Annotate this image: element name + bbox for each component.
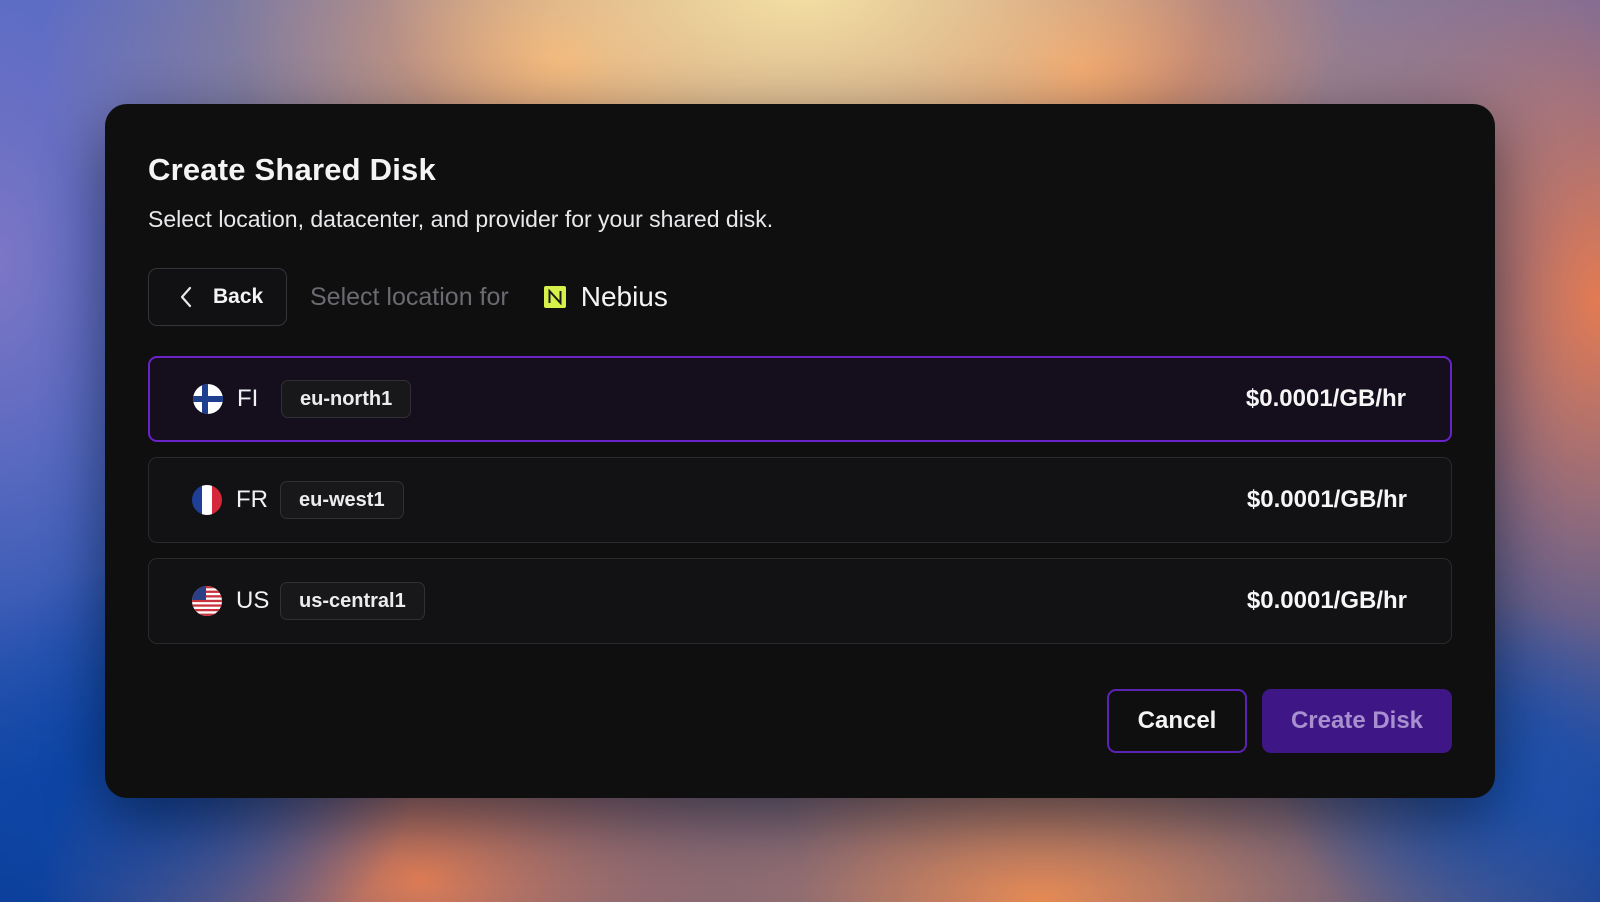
location-option-us[interactable]: US us-central1 $0.0001/GB/hr [148,558,1452,644]
location-price: $0.0001/GB/hr [1246,587,1407,614]
location-option-fr[interactable]: FR eu-west1 $0.0001/GB/hr [148,457,1452,543]
back-button[interactable]: Back [148,268,287,326]
location-country-code: FI [237,385,259,412]
location-country-code: FR [236,486,268,513]
provider-indicator: Nebius [543,281,668,313]
france-flag-icon [192,485,222,515]
create-disk-button[interactable]: Create Disk [1262,689,1452,753]
dialog-footer: Cancel Create Disk [1107,689,1452,753]
region-badge: eu-north1 [281,380,412,418]
region-badge: us-central1 [280,582,425,620]
location-price: $0.0001/GB/hr [1246,486,1407,513]
location-country-code: US [236,587,270,614]
usa-flag-icon [192,586,222,616]
dialog-title: Create Shared Disk [148,152,436,187]
location-price: $0.0001/GB/hr [1245,385,1406,412]
dialog-subtitle: Select location, datacenter, and provide… [148,206,774,232]
select-location-label: Select location for [310,282,509,311]
finland-flag-icon [193,384,223,414]
nebius-logo-icon [543,286,566,308]
chevron-left-icon [180,286,192,308]
create-shared-disk-dialog: Create Shared Disk Select location, data… [105,104,1495,798]
back-button-label: Back [213,285,264,308]
region-badge: eu-west1 [280,481,404,519]
location-option-fi[interactable]: FI eu-north1 $0.0001/GB/hr [148,356,1452,442]
location-list: FI eu-north1 $0.0001/GB/hr FR eu-west1 $… [148,356,1452,644]
provider-name: Nebius [580,281,668,312]
location-nav-row: Back Select location for Nebius [148,268,1452,326]
cancel-button[interactable]: Cancel [1107,689,1247,753]
